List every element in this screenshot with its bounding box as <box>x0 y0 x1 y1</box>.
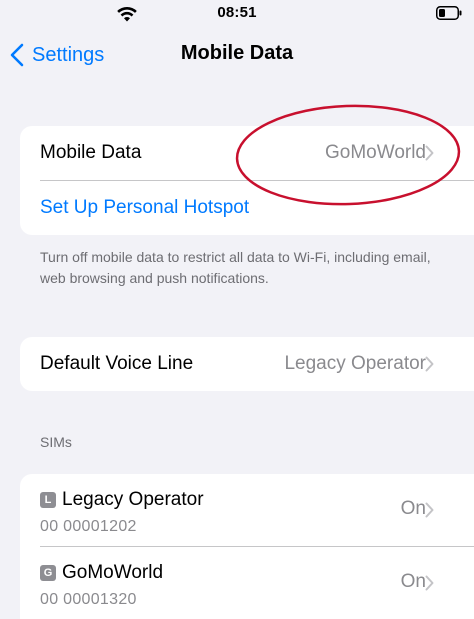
mobile-data-label: Mobile Data <box>40 142 142 163</box>
sims-section-header: SIMs <box>40 434 72 450</box>
sim-name: GoMoWorld <box>62 562 164 583</box>
default-voice-line-row[interactable]: Default Voice Line Legacy Operator <box>20 337 474 391</box>
personal-hotspot-link[interactable]: Set Up Personal Hotspot <box>20 181 474 235</box>
sim-badge-icon: G <box>40 565 56 581</box>
status-time: 08:51 <box>217 4 257 21</box>
battery-icon <box>436 6 462 20</box>
voice-line-group: Default Voice Line Legacy Operator <box>20 337 474 391</box>
mobile-data-footnote: Turn off mobile data to restrict all dat… <box>40 249 431 286</box>
chevron-right-icon <box>425 356 434 372</box>
sim-name: Legacy Operator <box>62 489 204 510</box>
mobile-data-row[interactable]: Mobile Data GoMoWorld <box>20 126 474 180</box>
sims-group: L Legacy Operator 00 00001202 On G GoMoW… <box>20 474 474 619</box>
sim-name-line: G GoMoWorld <box>40 562 163 584</box>
sim-status: On <box>400 571 426 592</box>
status-bar: 08:51 <box>0 0 474 30</box>
sim-badge-icon: L <box>40 492 56 508</box>
default-voice-line-value: Legacy Operator <box>284 353 426 374</box>
chevron-right-icon <box>425 575 434 591</box>
chevron-right-icon <box>425 502 434 518</box>
personal-hotspot-label: Set Up Personal Hotspot <box>40 197 250 218</box>
sim-number: 00 00001320 <box>40 591 137 608</box>
default-voice-line-label: Default Voice Line <box>40 353 194 374</box>
chevron-right-icon <box>425 145 434 161</box>
mobile-data-group: Mobile Data GoMoWorld Set Up Personal Ho… <box>20 126 474 235</box>
mobile-data-value: GoMoWorld <box>324 142 426 163</box>
page-title: Mobile Data <box>180 42 294 64</box>
sim-name-line: L Legacy Operator <box>40 489 204 511</box>
sim-row-gomoworld[interactable]: G GoMoWorld 00 00001320 On <box>20 547 474 619</box>
navigation-bar: Settings Mobile Data <box>0 30 474 80</box>
sim-status: On <box>400 498 426 519</box>
sim-number: 00 00001202 <box>40 518 137 535</box>
sim-row-legacy-operator[interactable]: L Legacy Operator 00 00001202 On <box>20 474 474 546</box>
